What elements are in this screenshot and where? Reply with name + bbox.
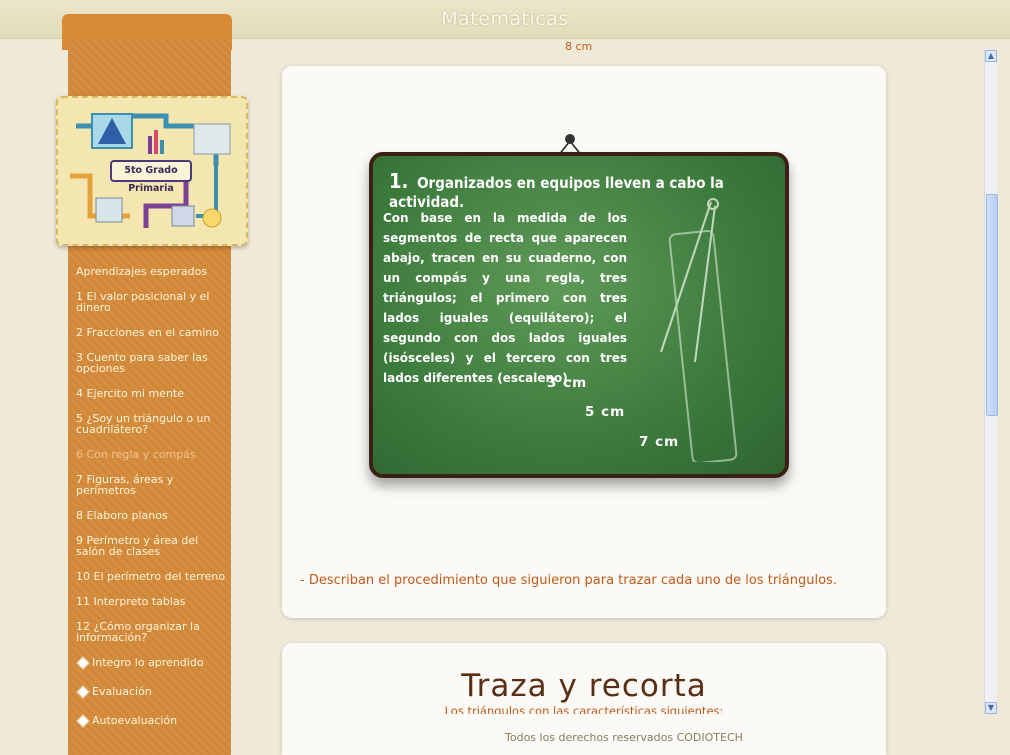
sidebar-item-evaluacion[interactable]: Evaluación bbox=[76, 686, 226, 697]
sidebar-item-6-active[interactable]: 6 Con regla y compás bbox=[76, 449, 226, 460]
sidebar-item-autoevaluacion[interactable]: Autoevaluación bbox=[76, 715, 226, 726]
sidebar-item-1[interactable]: 1 El valor posicional y el dinero bbox=[76, 291, 226, 313]
sidebar-item-11[interactable]: 11 Interpreto tablas bbox=[76, 596, 226, 607]
sidebar-item-3[interactable]: 3 Cuento para saber las opciones bbox=[76, 352, 226, 374]
chalkboard: 1. Organizados en equipos lleven a cabo … bbox=[369, 152, 789, 478]
scroll-down-icon[interactable]: ▼ bbox=[985, 702, 997, 714]
footer-text: Todos los derechos reservados CODIOTECH bbox=[505, 731, 743, 744]
sidebar-item-5[interactable]: 5 ¿Soy un triángulo o un cuadrilátero? bbox=[76, 413, 226, 435]
measure-5cm: 5 cm bbox=[585, 404, 626, 420]
sidebar-nav: Aprendizajes esperados 1 El valor posici… bbox=[76, 266, 226, 744]
sidebar-item-integro[interactable]: Integro lo aprendido bbox=[76, 657, 226, 668]
vertical-scrollbar[interactable]: ▲ ▼ bbox=[984, 50, 998, 714]
section-subtitle: Los triángulos con las características s… bbox=[444, 704, 724, 714]
step-number: 1. bbox=[389, 169, 409, 193]
sidebar-item-aprendizajes[interactable]: Aprendizajes esperados bbox=[76, 266, 226, 277]
instruction-text: - Describan el procedimiento que siguier… bbox=[300, 573, 837, 588]
sidebar-item-12[interactable]: 12 ¿Cómo organizar la información? bbox=[76, 621, 226, 643]
activity-text: Con base en la medida de los segmentos d… bbox=[383, 211, 627, 385]
scrollbar-thumb[interactable] bbox=[986, 194, 998, 416]
cut-off-text: 8 cm bbox=[565, 40, 593, 53]
compass-ruler-icon bbox=[660, 198, 738, 462]
sidebar-item-4[interactable]: 4 Ejercito mi mente bbox=[76, 388, 226, 399]
scroll-up-icon[interactable]: ▲ bbox=[985, 50, 997, 62]
grade-label: 5to Grado Primaria bbox=[110, 160, 192, 194]
sidebar-item-10[interactable]: 10 El perímetro del terreno bbox=[76, 571, 226, 582]
sidebar-item-8[interactable]: 8 Elaboro planos bbox=[76, 510, 226, 521]
measure-3cm: 3 cm bbox=[547, 375, 588, 391]
measure-7cm: 7 cm bbox=[639, 434, 680, 450]
sidebar-item-9[interactable]: 9 Perímetro y área del salón de clases bbox=[76, 535, 226, 557]
grade-logo: 5to Grado Primaria bbox=[56, 96, 248, 246]
nail-icon bbox=[565, 134, 575, 144]
sidebar-item-7[interactable]: 7 Figuras, áreas y perímetros bbox=[76, 474, 226, 496]
section-title: Traza y recorta bbox=[461, 668, 707, 704]
sidebar-item-2[interactable]: 2 Fracciones en el camino bbox=[76, 327, 226, 338]
